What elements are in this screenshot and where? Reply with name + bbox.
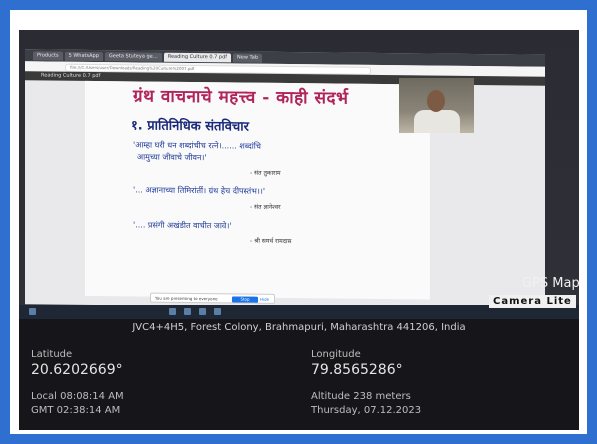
quote-line: आमुच्या जीवाचे जीवन।' (137, 152, 207, 163)
local-time: Local 08:08:14 AM (31, 391, 124, 402)
quote-author: - संत तुकाराम (250, 169, 281, 177)
quote-author: - श्री समर्थ रामदास (250, 237, 292, 246)
capture-date: Thursday, 07.12.2023 (311, 405, 422, 416)
latitude-value: 20.6202669° (31, 362, 123, 378)
document-title: Reading Culture 0.7 pdf (41, 72, 101, 80)
start-icon[interactable] (29, 308, 36, 315)
gmt-time: GMT 02:38:14 AM (31, 405, 121, 416)
browser-tab-active[interactable]: Reading Culture 0.7 pdf (163, 52, 232, 63)
stop-presenting-button[interactable]: Stop presenting (232, 296, 258, 308)
camera-lite-badge: Camera Lite (489, 295, 576, 308)
longitude-value: 79.8565286° (311, 362, 403, 378)
presentation-slide: ग्रंथ वाचनाचे महत्त्व - काही संदर्भ १. प… (85, 80, 430, 300)
webcam-thumbnail (399, 78, 474, 133)
quote-line: 'आम्हा घरी धन शब्दांचीच रत्ने।...... शब्… (133, 140, 261, 151)
gps-map-logo: GPS Map (504, 276, 579, 291)
participant-body (414, 110, 460, 133)
location-address: JVC4+4H5, Forest Colony, Brahmapuri, Mah… (132, 322, 466, 333)
monitor: Products 5 WhatsApp Geeta Stuteya ge… Re… (19, 30, 579, 315)
taskbar-app-icon[interactable] (169, 308, 176, 315)
slide-heading: १. प्रातिनिधिक संतविचार (131, 118, 249, 135)
browser-tab[interactable]: Geeta Stuteya ge… (104, 52, 162, 62)
location-info-panel: JVC4+4H5, Forest Colony, Brahmapuri, Mah… (19, 319, 579, 430)
presenting-notice: You are presenting to everyone Stop pres… (150, 292, 275, 308)
slide-title: ग्रंथ वाचनाचे महत्त्व - काही संदर्भ (133, 86, 349, 109)
altitude: Altitude 238 meters (311, 391, 411, 402)
presenting-text: You are presenting to everyone (155, 295, 218, 302)
taskbar-app-icon[interactable] (199, 308, 206, 315)
camera-icon (504, 277, 518, 290)
taskbar-app-icon[interactable] (184, 308, 191, 315)
gps-brand: GPS Map (522, 276, 579, 291)
taskbar-app-icon[interactable] (214, 308, 221, 315)
geotagged-photo: Products 5 WhatsApp Geeta Stuteya ge… Re… (19, 30, 579, 430)
latitude-label: Latitude (31, 349, 73, 360)
longitude-label: Longitude (311, 349, 361, 360)
browser-tab[interactable]: New Tab (233, 53, 263, 63)
quote-line: '... अज्ञानाच्या तिमिरांतीं। ग्रंथ हेच द… (133, 185, 266, 196)
browser-tab[interactable]: 5 WhatsApp (64, 51, 103, 62)
browser-tab[interactable]: Products (33, 51, 63, 61)
quote-author: - संत ज्ञानेश्वर (250, 203, 281, 211)
hide-button[interactable]: Hide (260, 297, 271, 303)
quote-line: '.... प्रसंगी अखंडीत वाचीत जावे।' (133, 220, 232, 231)
participant-face (427, 90, 445, 112)
